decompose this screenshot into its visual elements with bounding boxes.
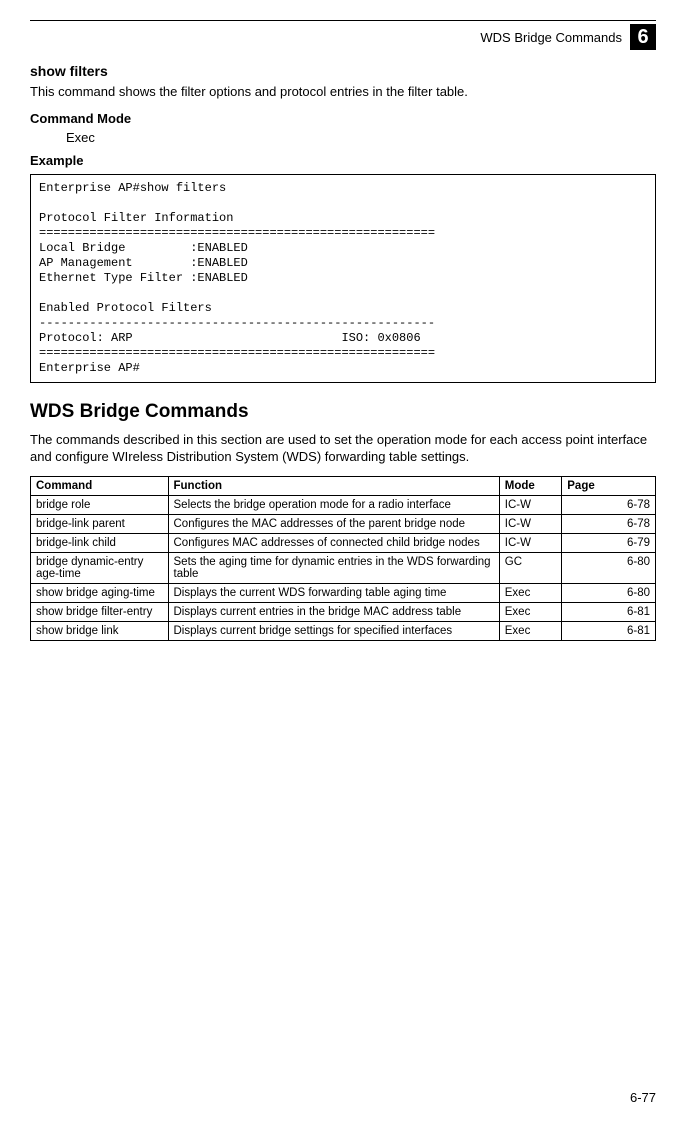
table-cell-page: 6-81 bbox=[562, 621, 656, 640]
table-cell-function: Configures MAC addresses of connected ch… bbox=[168, 533, 499, 552]
table-cell-page: 6-80 bbox=[562, 552, 656, 583]
table-cell-command: show bridge aging-time bbox=[31, 583, 169, 602]
page-number: 6-77 bbox=[630, 1090, 656, 1105]
table-cell-command: show bridge filter-entry bbox=[31, 602, 169, 621]
header-title: WDS Bridge Commands bbox=[480, 30, 622, 45]
wds-heading: WDS Bridge Commands bbox=[30, 401, 656, 423]
table-cell-mode: Exec bbox=[499, 602, 562, 621]
table-cell-mode: GC bbox=[499, 552, 562, 583]
command-mode-value: Exec bbox=[66, 130, 656, 145]
table-cell-function: Displays current bridge settings for spe… bbox=[168, 621, 499, 640]
showfilters-desc: This command shows the filter options an… bbox=[30, 83, 656, 101]
table-cell-mode: IC-W bbox=[499, 514, 562, 533]
table-header-row: Command Function Mode Page bbox=[31, 476, 656, 495]
command-mode-label: Command Mode bbox=[30, 111, 656, 126]
table-cell-page: 6-78 bbox=[562, 495, 656, 514]
table-cell-function: Configures the MAC addresses of the pare… bbox=[168, 514, 499, 533]
table-header-command: Command bbox=[31, 476, 169, 495]
chapter-number-box: 6 bbox=[630, 24, 656, 50]
page-container: WDS Bridge Commands 6 show filters This … bbox=[0, 0, 686, 661]
table-cell-function: Displays current entries in the bridge M… bbox=[168, 602, 499, 621]
table-cell-mode: Exec bbox=[499, 621, 562, 640]
table-cell-command: bridge role bbox=[31, 495, 169, 514]
table-row: show bridge aging-time Displays the curr… bbox=[31, 583, 656, 602]
command-table: Command Function Mode Page bridge role S… bbox=[30, 476, 656, 641]
table-row: show bridge link Displays current bridge… bbox=[31, 621, 656, 640]
table-row: bridge-link child Configures MAC address… bbox=[31, 533, 656, 552]
table-cell-command: bridge-link parent bbox=[31, 514, 169, 533]
table-cell-command: bridge dynamic-entry age-time bbox=[31, 552, 169, 583]
table-cell-command: bridge-link child bbox=[31, 533, 169, 552]
example-code-block: Enterprise AP#show filters Protocol Filt… bbox=[30, 174, 656, 383]
table-cell-function: Sets the aging time for dynamic entries … bbox=[168, 552, 499, 583]
table-cell-page: 6-80 bbox=[562, 583, 656, 602]
table-cell-page: 6-78 bbox=[562, 514, 656, 533]
table-header-page: Page bbox=[562, 476, 656, 495]
wds-desc: The commands described in this section a… bbox=[30, 431, 656, 466]
table-row: show bridge filter-entry Displays curren… bbox=[31, 602, 656, 621]
table-header-mode: Mode bbox=[499, 476, 562, 495]
table-cell-page: 6-81 bbox=[562, 602, 656, 621]
table-header-function: Function bbox=[168, 476, 499, 495]
table-row: bridge role Selects the bridge operation… bbox=[31, 495, 656, 514]
table-cell-function: Displays the current WDS forwarding tabl… bbox=[168, 583, 499, 602]
example-label: Example bbox=[30, 153, 656, 168]
table-cell-mode: IC-W bbox=[499, 533, 562, 552]
table-cell-function: Selects the bridge operation mode for a … bbox=[168, 495, 499, 514]
table-row: bridge dynamic-entry age-time Sets the a… bbox=[31, 552, 656, 583]
table-cell-page: 6-79 bbox=[562, 533, 656, 552]
showfilters-heading: show filters bbox=[30, 63, 656, 79]
table-row: bridge-link parent Configures the MAC ad… bbox=[31, 514, 656, 533]
chapter-number: 6 bbox=[637, 26, 648, 49]
table-cell-mode: IC-W bbox=[499, 495, 562, 514]
table-cell-mode: Exec bbox=[499, 583, 562, 602]
table-cell-command: show bridge link bbox=[31, 621, 169, 640]
page-header: WDS Bridge Commands 6 bbox=[30, 20, 656, 51]
